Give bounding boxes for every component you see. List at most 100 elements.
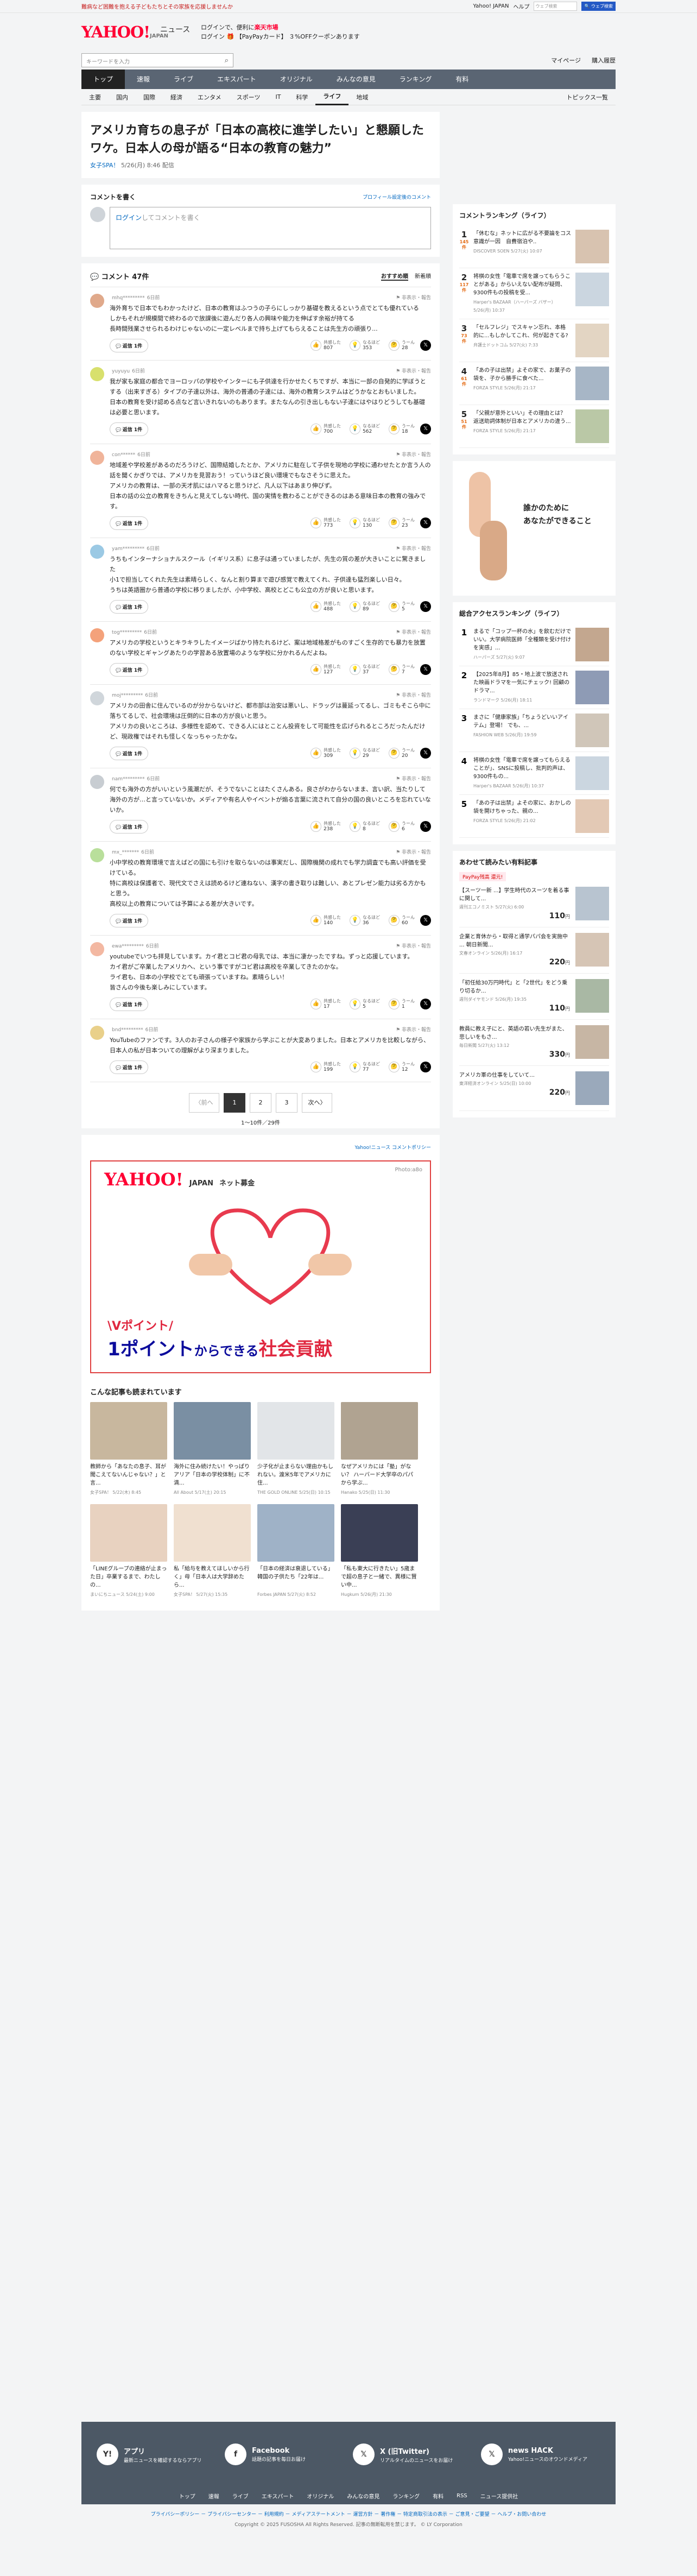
comment-username[interactable]: con****** 6日前: [110, 451, 431, 458]
x-share-icon[interactable]: 𝕏: [420, 601, 431, 612]
reaction-agree-button[interactable]: 💡 なるほど 562: [350, 423, 380, 435]
cat-region[interactable]: 地域: [348, 93, 376, 102]
cat-it[interactable]: IT: [268, 93, 288, 100]
footer-nav-link[interactable]: 速報: [208, 2492, 219, 2500]
topics-list-link[interactable]: トピックス一覧: [559, 93, 616, 102]
reaction-hm-button[interactable]: 🤔 うーん 7: [389, 664, 415, 675]
related-article[interactable]: 教師から「あなたの息子、耳が聞こえてないんじゃない？」と言... 女子SPA！ 5…: [90, 1402, 167, 1495]
gnav-expert[interactable]: エキスパート: [205, 70, 268, 89]
yahoo-logo[interactable]: YAHOO!JAPAN: [81, 23, 168, 41]
comment-report-menu[interactable]: ⚑ 非表示・報告: [396, 367, 431, 374]
comment-policy-link[interactable]: プロフィール設定後のコメント: [363, 193, 431, 200]
x-share-icon[interactable]: 𝕏: [420, 340, 431, 351]
gnav-opinion[interactable]: みんなの意見: [325, 70, 388, 89]
reply-button[interactable]: 返信 1件: [110, 997, 149, 1011]
reaction-likes-button[interactable]: 👍 共感した 700: [311, 423, 341, 435]
comment-report-menu[interactable]: ⚑ 非表示・報告: [396, 628, 431, 635]
footer-nav-link[interactable]: ライブ: [232, 2492, 249, 2500]
news-logo-label[interactable]: ニュース: [160, 24, 190, 35]
access-item[interactable]: 3 まさに「健康家族」「ちょうどいいアイテム」登場！ でも、... FASHION …: [459, 709, 609, 752]
reaction-agree-button[interactable]: 💡 なるほど 130: [350, 517, 380, 529]
related-article[interactable]: なぜアメリカには「塾」がない？ ハーバード大学卒のパパから学ぶ... Hanako…: [341, 1402, 418, 1495]
comment-report-menu[interactable]: ⚑ 非表示・報告: [396, 691, 431, 698]
reaction-likes-button[interactable]: 👍 共感した 199: [311, 1061, 341, 1073]
paid-article[interactable]: 企業と育休から・取得と通学パパ会を実施中 ... 朝日新聞... 文春オンライン …: [459, 927, 609, 974]
ranking-item[interactable]: 1 145件 「休むな」ネットに広がる不要論をコス意識が一因 自費宿泊や.. DISC…: [459, 225, 609, 268]
ranking-item[interactable]: 4 61件 「あの子は出禁」よその家で、お菓子の袋を、子から勝手に食べた... FOR…: [459, 362, 609, 405]
cat-entertainment[interactable]: エンタメ: [190, 93, 229, 102]
paid-article[interactable]: 教員に教え子にと、英語の若い先生がまた、悲しいをもさ... 毎日新聞 5/27(火…: [459, 1020, 609, 1066]
gnav-paid[interactable]: 有料: [443, 70, 480, 89]
reaction-likes-button[interactable]: 👍 共感した 488: [311, 601, 341, 613]
cat-international[interactable]: 国際: [136, 93, 163, 102]
access-item[interactable]: 4 将棋の女性「電車で席を譲ってもらえることが」、SNSに投稿し、批判的声は、93…: [459, 752, 609, 795]
reply-button[interactable]: 返信 1件: [110, 1060, 149, 1074]
reaction-hm-button[interactable]: 🤔 うーん 20: [389, 747, 415, 759]
sidebar-charity-ad[interactable]: 誰かのために あなたができること: [453, 461, 616, 596]
footer-app-link[interactable]: Y! アプリ 最新ニュースを確認するならアプリ: [97, 2444, 216, 2465]
comment-username[interactable]: moj********* 6日前: [110, 691, 431, 698]
reaction-agree-button[interactable]: 💡 なるほど 77: [350, 1061, 380, 1073]
comment-username[interactable]: tog********* 6日前: [110, 628, 431, 635]
access-item[interactable]: 1 まるで「コップ一杯の水」を飲むだけでいい。大学病院医師「全種類を受け付けを実感…: [459, 623, 609, 666]
sort-newest[interactable]: 新着順: [415, 272, 431, 281]
reaction-hm-button[interactable]: 🤔 うーん 12: [389, 1061, 415, 1073]
comment-username[interactable]: bnd********* 6日前: [110, 1026, 431, 1033]
comment-policy-footer-link[interactable]: Yahoo!ニュース コメントポリシー: [81, 1135, 440, 1151]
related-article[interactable]: 「日本の経済は衰退している」韓国の子供たち「22年は... Forbes JAPA…: [257, 1504, 334, 1598]
footer-nav-link[interactable]: みんなの意見: [347, 2492, 379, 2500]
footer-app-link[interactable]: 𝕏news HACK Yahoo!ニュースのオウンドメディア: [481, 2444, 600, 2465]
charity-promo-link[interactable]: 難病など困難を抱える子どもたちとその家族を応援しませんか: [81, 2, 233, 10]
footer-nav-link[interactable]: RSS: [457, 2493, 467, 2499]
reaction-agree-button[interactable]: 💡 なるほど 8: [350, 820, 380, 832]
comment-username[interactable]: yuyuyu 6日前: [110, 367, 431, 374]
ranking-item[interactable]: 5 51件 「父親が意外といい」その理由とは？ 返送助詞体制が日本とアメリカの違う.…: [459, 405, 609, 448]
footer-nav-link[interactable]: ランキング: [392, 2492, 420, 2500]
comment-report-menu[interactable]: ⚑ 非表示・報告: [396, 775, 431, 782]
next-page-button[interactable]: 次へ〉: [302, 1093, 332, 1113]
paid-article[interactable]: 【スーツ一新 ...】学生時代のスーツを着る事に関して... 週刊エコノミスト 5…: [459, 881, 609, 927]
x-share-icon[interactable]: 𝕏: [420, 1062, 431, 1072]
x-share-icon[interactable]: 𝕏: [420, 748, 431, 759]
ranking-item[interactable]: 3 73件 「セルフレジ」でスキャン忘れ、本格的に...もしかしてこれ、何が起きてる…: [459, 319, 609, 362]
reaction-hm-button[interactable]: 🤔 うーん 23: [389, 517, 415, 529]
reply-button[interactable]: 返信 1件: [110, 516, 149, 530]
x-share-icon[interactable]: 𝕏: [420, 915, 431, 926]
donation-banner-ad[interactable]: YAHOO! JAPAN ネット募金 Photo:a8o \Vポイント/ 1ポイ…: [90, 1160, 431, 1373]
reaction-agree-button[interactable]: 💡 なるほど 89: [350, 601, 380, 613]
reply-button[interactable]: 返信 1件: [110, 422, 149, 436]
reaction-hm-button[interactable]: 🤔 うーん 60: [389, 914, 415, 926]
sort-recommended[interactable]: おすすめ順: [381, 272, 408, 281]
header-promo[interactable]: ログインで、便利に楽天市場 ログイン 🎁 【PayPayカード】 ３%OFFクーポ…: [201, 23, 360, 41]
comment-username[interactable]: nam********* 6日前: [110, 775, 431, 782]
gnav-ranking[interactable]: ランキング: [388, 70, 444, 89]
x-share-icon[interactable]: 𝕏: [420, 424, 431, 434]
help-link[interactable]: ヘルプ: [513, 2, 529, 10]
comment-report-menu[interactable]: ⚑ 非表示・報告: [396, 1026, 431, 1033]
comment-report-menu[interactable]: ⚑ 非表示・報告: [396, 294, 431, 301]
prev-page-button[interactable]: 〈前へ: [189, 1093, 219, 1113]
access-item[interactable]: 2 【2025年8月】85・地上波で放送された映画ドラマを一気にチェック! 回顧の…: [459, 666, 609, 709]
reaction-agree-button[interactable]: 💡 なるほど 37: [350, 664, 380, 675]
reaction-likes-button[interactable]: 👍 共感した 773: [311, 517, 341, 529]
cat-science[interactable]: 科学: [288, 93, 315, 102]
reaction-likes-button[interactable]: 👍 共感した 127: [311, 664, 341, 675]
related-article[interactable]: 「LINEグループの連絡が止まった日」卒業するまで、わたしの... まいにちニュー…: [90, 1504, 167, 1598]
reply-button[interactable]: 返信 1件: [110, 819, 149, 834]
purchase-history-link[interactable]: 購入履歴: [592, 56, 616, 65]
gnav-live[interactable]: ライブ: [162, 70, 205, 89]
cat-life[interactable]: ライフ: [315, 89, 349, 105]
search-icon[interactable]: ⌕: [225, 56, 229, 65]
footer-nav-link[interactable]: ニュース提供社: [480, 2492, 518, 2500]
reaction-likes-button[interactable]: 👍 共感した 238: [311, 820, 341, 832]
reaction-likes-button[interactable]: 👍 共感した 140: [311, 914, 341, 926]
footer-nav-link[interactable]: エキスパート: [262, 2492, 294, 2500]
reaction-hm-button[interactable]: 🤔 うーん 6: [389, 820, 415, 832]
related-article[interactable]: 少子化が止まらない理由かもしれない。渡米5年でアメリカに住... THE GOLD…: [257, 1402, 334, 1495]
footer-nav-link[interactable]: 有料: [433, 2492, 443, 2500]
reaction-agree-button[interactable]: 💡 なるほど 353: [350, 339, 380, 351]
related-article[interactable]: 私「給与を教えてほしいから行く」母「日本人は大学辞めたら... 女子SPA！ 5/…: [174, 1504, 251, 1598]
gnav-top[interactable]: トップ: [81, 70, 125, 89]
access-item[interactable]: 5 「あの子は出禁」よその家に、おかしの袋を開けちゃった、親の... FORZA S…: [459, 795, 609, 838]
cat-economy[interactable]: 経済: [163, 93, 190, 102]
